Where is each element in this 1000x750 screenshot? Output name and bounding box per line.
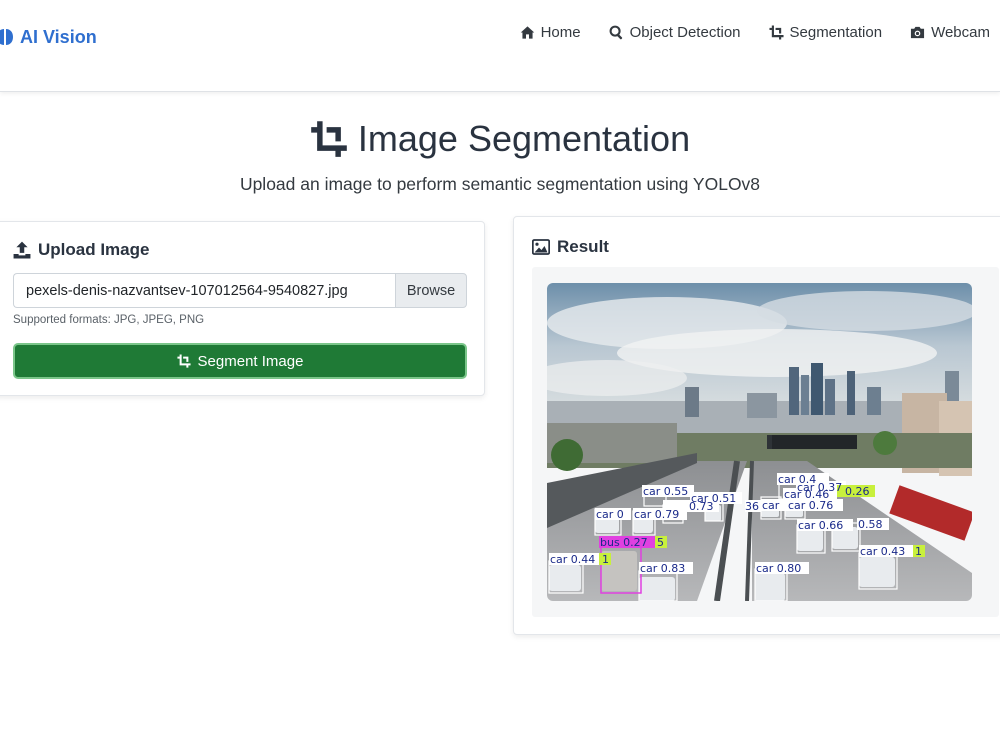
crop-icon — [311, 121, 347, 157]
image-icon — [532, 239, 550, 255]
detection-label: car 0.83 — [640, 562, 685, 575]
brand-logo[interactable]: AI Vision — [0, 24, 97, 50]
supported-formats-text: Supported formats: JPG, JPEG, PNG — [13, 314, 205, 326]
brand-name: AI Vision — [20, 26, 97, 47]
upload-card: Upload Image pexels-denis-nazvantsev-107… — [0, 221, 485, 396]
nav-object-detection-label: Object Detection — [629, 24, 741, 41]
result-heading: Result — [532, 237, 609, 257]
result-heading-text: Result — [557, 237, 609, 256]
detection-label: car 0.79 — [634, 508, 679, 521]
page-subtitle: Upload an image to perform semantic segm… — [239, 174, 761, 194]
detection-label: 1 — [915, 545, 922, 558]
crop-icon — [176, 354, 191, 368]
detection-label: car 0.66 — [798, 519, 843, 532]
crop-icon — [768, 25, 784, 40]
navbar: AI Vision Home Object Detection Segmenta… — [0, 0, 1000, 92]
upload-icon — [13, 241, 31, 259]
home-icon — [520, 26, 534, 39]
file-input[interactable]: pexels-denis-nazvantsev-107012564-954082… — [13, 273, 395, 308]
detection-label: 5 — [657, 536, 664, 549]
segment-image-button[interactable]: Segment Image — [13, 343, 467, 379]
search-icon — [609, 25, 622, 40]
page-title-text: Image Segmentation — [357, 118, 691, 159]
main-nav: Home Object Detection Segmentation Webca… — [520, 24, 990, 41]
detection-label: 36 — [745, 500, 759, 513]
detection-label: car 0 — [596, 508, 624, 521]
nav-object-detection[interactable]: Object Detection — [609, 24, 741, 41]
nav-segmentation-label: Segmentation — [789, 24, 883, 41]
detection-label: car 0.44 — [550, 553, 595, 566]
segment-image-label: Segment Image — [197, 352, 304, 370]
upload-heading: Upload Image — [13, 240, 149, 260]
segmented-result-image: car 0.55 car 0.51 car 0.4 car 0.37 0.26 … — [547, 283, 972, 601]
file-input-group: pexels-denis-nazvantsev-107012564-954082… — [13, 273, 467, 308]
camera-icon — [911, 26, 925, 39]
result-card: Result car 0.55 car 0.51 car 0.4 car 0.3… — [513, 216, 1000, 635]
brain-icon — [0, 29, 13, 45]
nav-segmentation[interactable]: Segmentation — [768, 24, 883, 41]
detection-label: 1 — [602, 553, 609, 566]
detection-label: 0.73 — [689, 500, 714, 513]
detection-label: car 0.55 — [643, 485, 688, 498]
detection-label: bus 0.27 — [600, 536, 648, 549]
nav-home-label: Home — [540, 24, 581, 41]
result-image-svg: car 0.55 car 0.51 car 0.4 car 0.37 0.26 … — [547, 283, 972, 601]
detection-label: 0.58 — [858, 518, 883, 531]
nav-webcam-label: Webcam — [931, 24, 990, 41]
detection-label: car 0.76 — [788, 499, 833, 512]
detection-label: car — [762, 499, 780, 512]
upload-heading-text: Upload Image — [38, 240, 150, 259]
nav-webcam[interactable]: Webcam — [910, 24, 990, 41]
page-title: Image Segmentation — [0, 118, 1000, 160]
result-panel: car 0.55 car 0.51 car 0.4 car 0.37 0.26 … — [532, 267, 999, 617]
detection-label: car 0.43 — [860, 545, 905, 558]
nav-home[interactable]: Home — [520, 24, 581, 41]
browse-button[interactable]: Browse — [395, 273, 467, 308]
detection-label: 0.26 — [845, 485, 870, 498]
detection-label: car 0.80 — [756, 562, 801, 575]
